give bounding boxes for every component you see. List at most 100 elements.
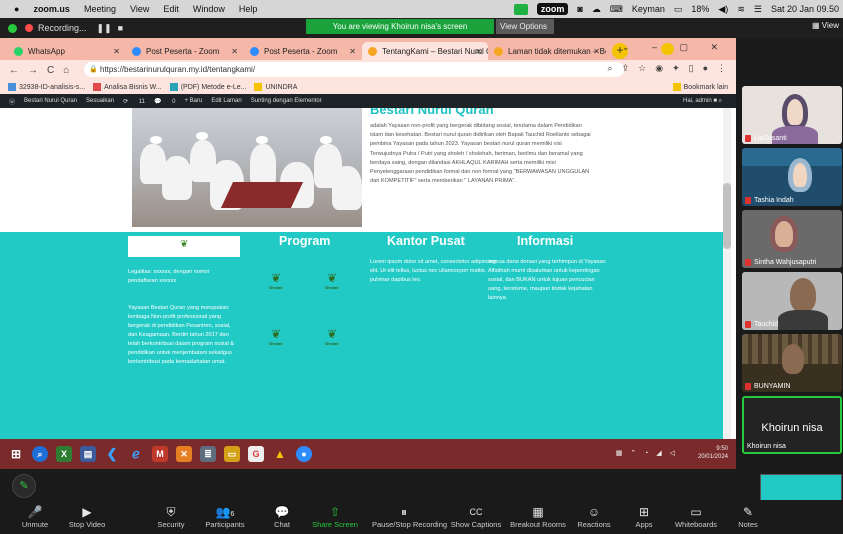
menu-meeting[interactable]: Meeting — [84, 4, 116, 14]
xampp-icon[interactable]: ✕ — [176, 446, 192, 462]
control-center-icon[interactable]: ☰ — [754, 4, 762, 15]
stop-video-button[interactable]: ▶ Stop Video — [56, 504, 118, 529]
other-bookmarks[interactable]: Bookmark lain — [672, 83, 728, 91]
view-options-button[interactable]: View Options ⌄ — [496, 19, 554, 46]
notes-button[interactable]: ✎ Notes — [718, 504, 778, 529]
page-scrollbar[interactable] — [723, 108, 731, 439]
close-icon[interactable]: ✕ — [231, 47, 238, 56]
reload-icon[interactable]: C — [47, 65, 54, 76]
back-icon[interactable]: ← — [9, 65, 19, 76]
tab-laman-tidak-ditemukan[interactable]: Laman tidak ditemukan – Best ✕ — [488, 42, 606, 60]
participant-tile-tauchid[interactable]: Tauchid — [742, 272, 842, 330]
wp-greeting[interactable]: Hai, admin ■ ⌕ — [674, 98, 722, 105]
wordpress-icon[interactable]: ⓦ — [9, 97, 15, 106]
volume-icon[interactable]: ◀) — [718, 4, 728, 15]
search-icon[interactable]: ⌕ — [32, 446, 48, 462]
tab-post-peserta-2[interactable]: Post Peserta - Zoom ✕ — [244, 42, 362, 60]
zoom-status-label[interactable]: zoom — [536, 3, 569, 15]
menu-edit[interactable]: Edit — [163, 4, 179, 14]
wp-customize[interactable]: Sesuaikan — [86, 98, 114, 104]
participant-tile-tashia[interactable]: Tashia Indah — [742, 148, 842, 206]
wp-edit-page[interactable]: Edit Laman — [211, 98, 241, 104]
bookmark-4[interactable]: UNINDRA — [254, 83, 297, 91]
camera-status-icon[interactable] — [513, 3, 528, 15]
program-item-3[interactable]: ❦ Bestari — [264, 328, 288, 350]
annotate-pencil-icon[interactable]: ✎ — [12, 474, 36, 498]
participants-button[interactable]: 👥6 Participants — [194, 504, 256, 529]
screenshot-icon[interactable]: ◙ — [577, 4, 582, 14]
sidebar-icon[interactable]: ▯ — [689, 63, 694, 74]
wp-updates[interactable]: ⟳ 11 — [123, 98, 145, 105]
tab-post-peserta-1[interactable]: Post Peserta - Zoom ✕ — [126, 42, 244, 60]
participant-tile-sintha[interactable]: Sintha Wahjusaputri — [742, 210, 842, 268]
tab-whatsapp[interactable]: WhatsApp ✕ — [8, 42, 126, 60]
folder-icon[interactable]: ▭ — [224, 446, 240, 462]
menu-view[interactable]: View — [130, 4, 149, 14]
close-icon[interactable]: ✕ — [349, 47, 356, 56]
security-button[interactable]: ⛨ Security — [140, 504, 202, 529]
tab-tentangkami[interactable]: TentangKami – Bestari Nurul Q ✕ — [362, 42, 488, 60]
keyman-icon[interactable]: ⌨ — [610, 4, 623, 15]
clock[interactable]: Sat 20 Jan 09.50 — [771, 4, 839, 14]
close-icon[interactable]: ✕ — [113, 47, 120, 56]
program-item-2[interactable]: ❦ Bestari — [320, 272, 344, 294]
participant-tile-liasusanti[interactable]: LiaSusanti — [742, 86, 842, 144]
bookmark-2[interactable]: Analisa Bisnis W... — [93, 83, 162, 91]
forward-icon[interactable]: → — [28, 65, 38, 76]
stop-recording-icon[interactable]: ■ — [118, 23, 123, 33]
control-label: Breakout Rooms — [510, 520, 566, 529]
battery-label[interactable]: 18% — [691, 4, 709, 14]
apple-icon[interactable]: ● — [14, 4, 19, 14]
view-button[interactable]: ▦ View — [812, 21, 839, 30]
menu-help[interactable]: Help — [239, 4, 258, 14]
bookmark-1[interactable]: 32938-ID-analisis-s... — [8, 83, 85, 91]
zoom-app-icon[interactable]: ● — [296, 446, 312, 462]
share-screen-button[interactable]: ⇧ Share Screen — [304, 504, 366, 529]
breakout-rooms-button[interactable]: ▦ Breakout Rooms — [507, 504, 569, 529]
system-tray[interactable]: ▦ ⌃ ◔ ◢ ◁ — [616, 449, 678, 457]
menu-window[interactable]: Window — [193, 4, 225, 14]
pause-stop-recording-button[interactable]: ⏸ Pause/Stop Recording — [372, 504, 447, 529]
cloud-icon[interactable]: ☁ — [592, 4, 601, 15]
participant-tile-khoirun-nisa[interactable]: Khoirun nisa Khoirun nisa — [742, 396, 842, 454]
files-icon[interactable]: ≣ — [200, 446, 216, 462]
edge-icon[interactable]: ℯ — [128, 446, 144, 462]
wp-site-name[interactable]: Bestari Nurul Quran — [24, 98, 77, 104]
bookmark-star-icon[interactable]: ☆ — [638, 63, 646, 74]
app-menu[interactable]: zoom.us — [33, 4, 70, 14]
show-captions-button[interactable]: CC Show Captions — [445, 504, 507, 529]
bookmark-3[interactable]: (PDF) Metode e-Le... — [169, 83, 246, 91]
wp-elementor[interactable]: Sunting dengan Elementor — [251, 98, 322, 104]
excel-icon[interactable]: X — [56, 446, 72, 462]
program-item-1[interactable]: ❦ Bestari — [264, 272, 288, 294]
url-input[interactable]: 🔒 https://bestarinurulquran.my.id/tentan… — [84, 62, 624, 77]
drive-icon[interactable]: ▲ — [272, 446, 288, 462]
home-icon[interactable]: ⌂ — [63, 65, 69, 76]
chrome-icon[interactable]: G — [248, 446, 264, 462]
display-icon[interactable]: ▭ — [674, 4, 683, 15]
pause-recording-icon[interactable]: ❚❚ — [97, 23, 112, 34]
windows-start-icon[interactable]: ⊞ — [8, 446, 24, 462]
keyman-label[interactable]: Keyman — [632, 4, 665, 14]
zoom-lens-icon[interactable]: ⌕ — [608, 63, 613, 74]
vscode-icon[interactable]: ❮ — [104, 446, 120, 462]
program-item-4[interactable]: ❦ Bestari — [320, 328, 344, 350]
extension-icon[interactable]: ◉ — [655, 63, 663, 74]
shield-icon[interactable] — [8, 23, 17, 33]
wp-new[interactable]: + Baru — [185, 98, 203, 104]
wifi-icon[interactable]: ≋ — [737, 4, 745, 15]
puzzle-icon[interactable]: ✦ — [672, 63, 680, 74]
close-icon[interactable]: ✕ — [593, 47, 600, 56]
share-icon[interactable]: ⇪ — [622, 63, 630, 74]
page-scrollbar-thumb[interactable] — [723, 183, 731, 249]
wp-comments[interactable]: 💬 0 — [154, 98, 175, 105]
menu-kebab-icon[interactable]: ⋮ — [717, 63, 726, 74]
app-icon[interactable]: ▤ — [80, 446, 96, 462]
window-controls[interactable]: ⌄ – ▢ ✕ — [622, 42, 728, 53]
taskbar-clock[interactable]: 9:50 20/01/2024 — [698, 445, 728, 461]
profile-icon[interactable]: ● — [703, 63, 708, 74]
app-m-icon[interactable]: M — [152, 446, 168, 462]
close-icon[interactable]: ✕ — [475, 47, 482, 56]
participant-tile-bunyamin[interactable]: BUNYAMIN — [742, 334, 842, 392]
footer-logo[interactable]: ❦ — [128, 236, 240, 257]
